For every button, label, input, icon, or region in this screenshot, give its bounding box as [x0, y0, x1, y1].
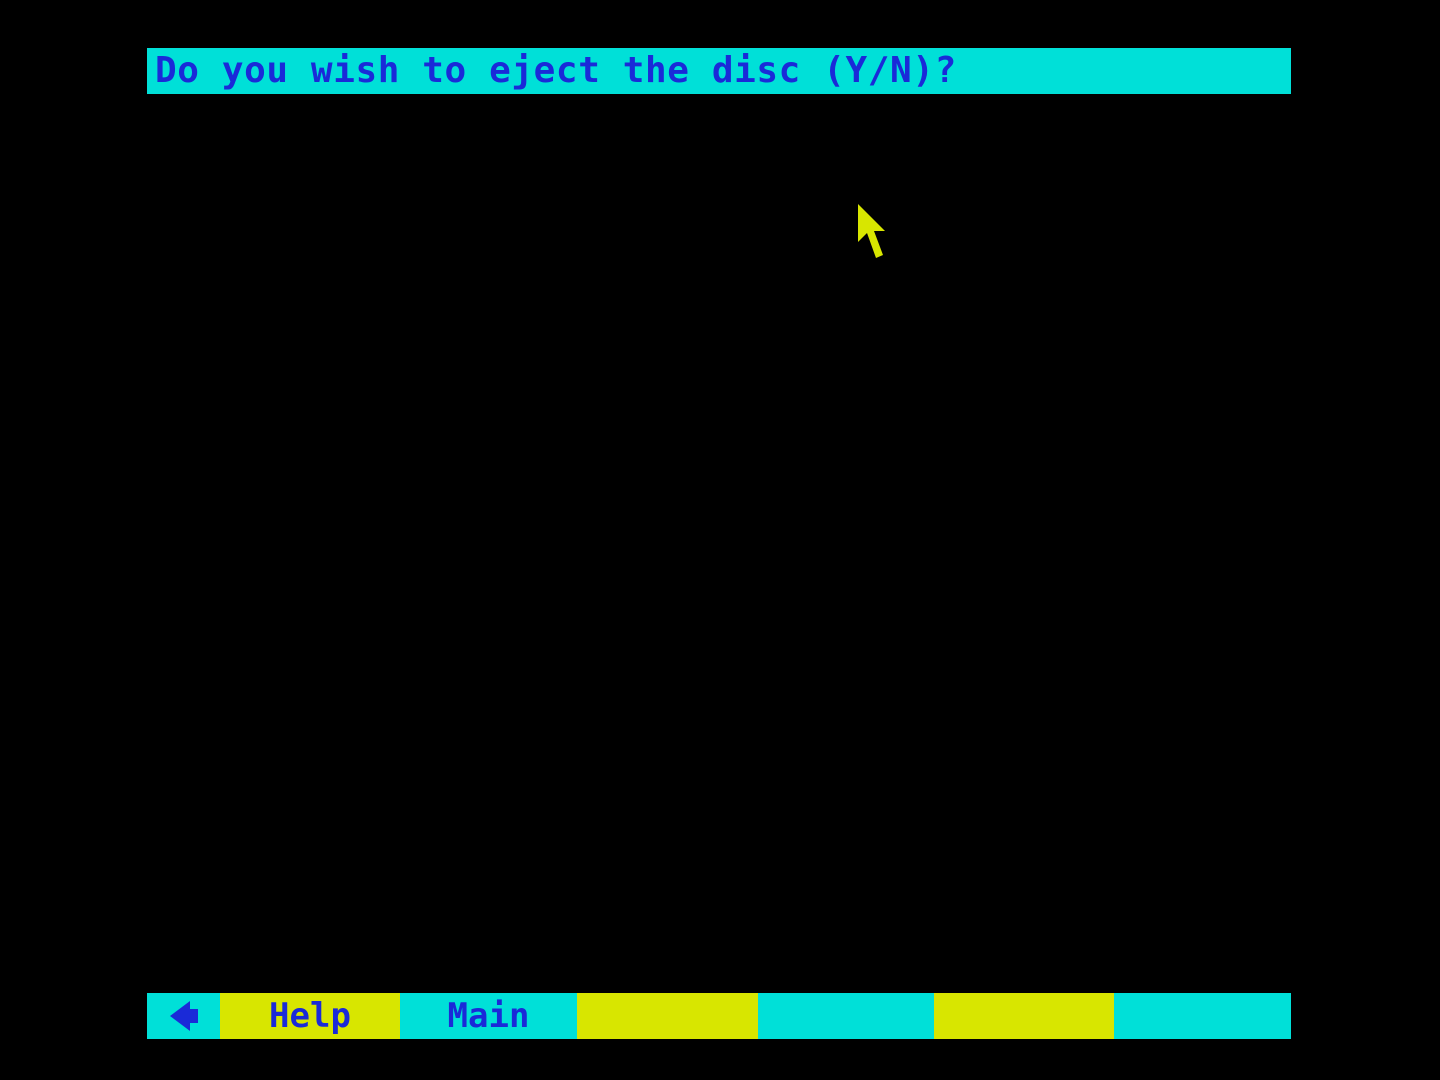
function-key-bar: Help Main: [147, 993, 1291, 1039]
help-button-label: Help: [269, 996, 351, 1036]
main-button[interactable]: Main: [400, 993, 577, 1039]
prompt-text: Do you wish to eject the disc (Y/N)?: [155, 50, 957, 91]
function-key-5[interactable]: [934, 993, 1114, 1039]
back-button[interactable]: [147, 993, 220, 1039]
function-key-3[interactable]: [577, 993, 758, 1039]
help-button[interactable]: Help: [220, 993, 400, 1039]
function-key-6[interactable]: [1114, 993, 1291, 1039]
mouse-pointer-icon: [858, 204, 885, 258]
prompt-bar: Do you wish to eject the disc (Y/N)?: [147, 48, 1291, 94]
function-key-4[interactable]: [758, 993, 934, 1039]
left-arrow-icon: [169, 1001, 198, 1031]
main-button-label: Main: [447, 996, 530, 1036]
